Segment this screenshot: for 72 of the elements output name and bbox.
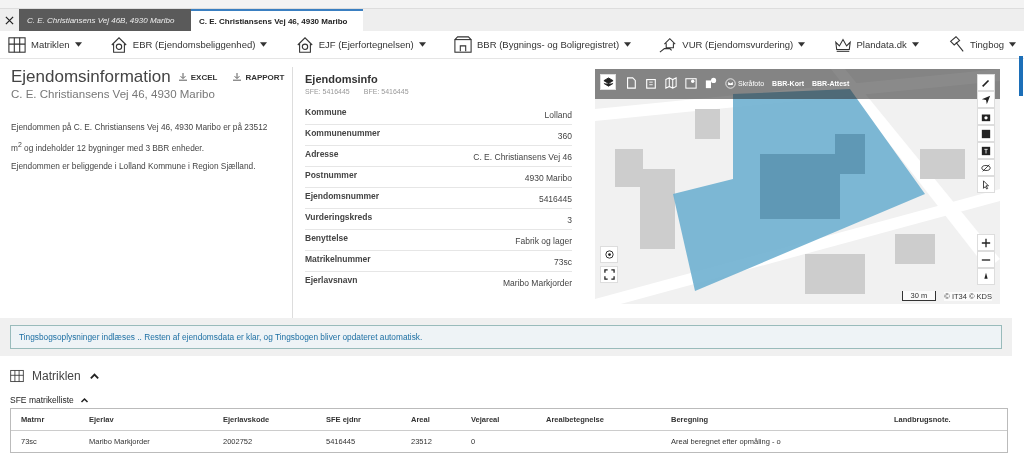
- field-label: Kommunenummer: [305, 128, 381, 140]
- gavel-icon: [947, 35, 965, 54]
- chevron-icon[interactable]: [79, 395, 89, 405]
- map-icon: [10, 369, 24, 383]
- field-label: Vurderingskreds: [305, 212, 373, 224]
- camera-icon[interactable]: [977, 108, 995, 125]
- hide-icon[interactable]: [977, 159, 995, 176]
- nav-menu[interactable]: EJF (Ejerfortegnelsen): [295, 35, 426, 54]
- field-label: Adresse: [305, 149, 339, 161]
- layers-button[interactable]: [600, 74, 616, 90]
- map-icon: [8, 35, 26, 54]
- text-icon[interactable]: [977, 142, 995, 159]
- pointer-icon[interactable]: [977, 176, 995, 193]
- tab[interactable]: C. E. Christiansens Vej 46, 4930 Maribo: [191, 9, 363, 31]
- close-icon[interactable]: [5, 15, 14, 25]
- shapes-icon[interactable]: [705, 77, 717, 89]
- field-value: 3: [567, 214, 572, 227]
- zoom-in-icon[interactable]: [977, 234, 995, 251]
- download-icon: [178, 73, 187, 81]
- description-text: Ejendommen på C. E. Christiansens Vej 46, 4930 Maribo er på 23512 m$^{2}$ og indeholder 12 bygninger med 3 BBR enheder.: [11, 121, 269, 155]
- caret-icon: [260, 42, 268, 47]
- nav-menu[interactable]: Matriklen: [8, 35, 82, 54]
- nav-menu[interactable]: Tingbog: [947, 35, 1016, 54]
- field-value: Fabrik og lager: [515, 235, 572, 248]
- caret-icon: [1009, 42, 1016, 47]
- field-value: Maribo Markjorder: [503, 277, 572, 290]
- report-button[interactable]: RAPPORT: [233, 72, 285, 82]
- nav-menu[interactable]: BBR (Bygnings- og Boligregistret): [454, 35, 632, 54]
- nav-menu[interactable]: EBR (Ejendomsbeliggenhed): [109, 35, 268, 54]
- document-icon[interactable]: [625, 77, 637, 89]
- caret-icon: [798, 42, 806, 47]
- field-label: Postnummer: [305, 170, 357, 182]
- field-label: Kommune: [305, 107, 347, 119]
- zoom-out-icon[interactable]: [977, 251, 995, 268]
- caret-icon: [624, 42, 632, 47]
- field-label: Ejendomsnummer: [305, 191, 380, 203]
- field-value: C. E. Christiansens Vej 46: [473, 151, 572, 164]
- field-value: 360: [557, 130, 572, 143]
- info-title: Ejendomsinfo: [305, 73, 379, 85]
- map-icon[interactable]: [665, 77, 677, 89]
- description-text: Ejendommen er beliggende i Lolland Kommune i Region Sjælland.: [11, 159, 257, 173]
- crown-icon: [725, 77, 736, 89]
- caret-icon: [74, 42, 82, 47]
- section-title: Matriklen: [32, 369, 81, 383]
- chevron-icon[interactable]: [88, 370, 100, 382]
- address-subtitle: C. E. Christiansens Vej 46, 4930 Maribo: [11, 88, 216, 100]
- locate-icon[interactable]: [600, 246, 618, 263]
- house-icon: [295, 35, 314, 54]
- caret-icon: [911, 42, 919, 47]
- tab[interactable]: C. E. Christiansens Vej 46B, 4930 Maribo: [19, 9, 191, 31]
- field-value: Lolland: [544, 109, 572, 122]
- field-label: Ejerlavsnavn: [305, 275, 358, 287]
- page-title: Ejendomsinformation: [11, 67, 171, 87]
- map-pin-icon[interactable]: [685, 77, 697, 89]
- compass-icon[interactable]: [977, 268, 995, 285]
- house-icon: [109, 35, 128, 54]
- field-label: Benyttelse: [305, 233, 348, 245]
- field-value: 5416445: [538, 193, 572, 206]
- field-label: Matrikelnummer: [305, 254, 371, 266]
- edit-icon[interactable]: [977, 74, 995, 91]
- info-banner: Tingsbogsoplysninger indlæses .. Resten af ejendomsdata er klar, og Tingsbogen bliver opdateret automatisk.: [10, 325, 1002, 349]
- navigate-icon[interactable]: [977, 91, 995, 108]
- nav-menu[interactable]: VUR (Ejendomsvurdering): [659, 35, 806, 54]
- fullscreen-icon[interactable]: [600, 266, 618, 283]
- excel-button[interactable]: EXCEL: [178, 72, 218, 82]
- field-value: 73sc: [554, 256, 572, 269]
- download-icon: [233, 73, 242, 81]
- field-value: 4930 Maribo: [524, 172, 572, 185]
- hand-house-icon: [659, 35, 678, 54]
- subsection-title: SFE matrikelliste: [10, 395, 74, 405]
- caret-icon: [418, 42, 426, 47]
- nav-menu[interactable]: Plandata.dk: [833, 35, 919, 54]
